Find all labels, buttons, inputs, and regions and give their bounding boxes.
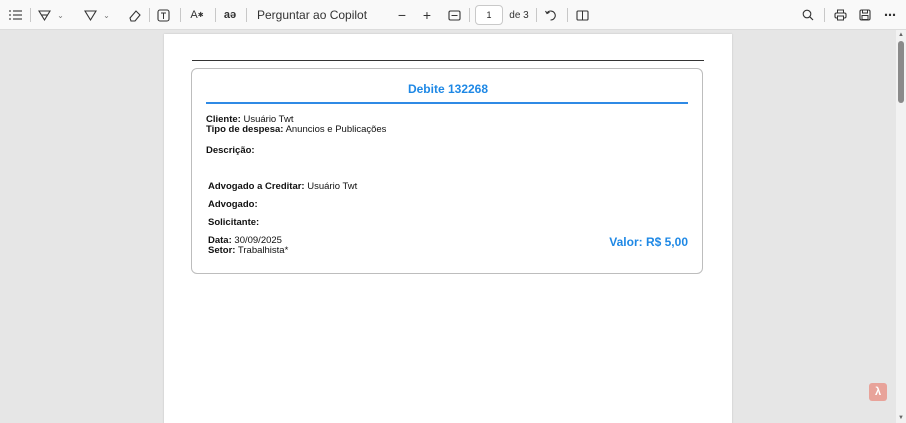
tipo-despesa-line: Tipo de despesa: Anuncios e Publicações	[206, 124, 386, 135]
highlight-button[interactable]: ⌄	[36, 0, 66, 30]
read-aloud-icon[interactable]: A ✱	[188, 0, 206, 30]
divider	[469, 8, 470, 22]
advogado-creditar-label: Advogado a Creditar:	[208, 181, 305, 192]
pdf-toolbar: ⌄ ⌄ A ✱ aə Perguntar ao Copilot − + 1 de …	[0, 0, 906, 30]
erase-icon[interactable]	[126, 0, 142, 30]
divider	[567, 8, 568, 22]
highlight-icon	[38, 9, 52, 22]
advogado-label: Advogado:	[208, 199, 258, 210]
search-icon[interactable]	[800, 0, 816, 30]
debit-card: Debite 132268 Cliente: Usuário Twt Tipo …	[191, 68, 703, 274]
chevron-down-icon: ⌄	[57, 10, 64, 20]
descricao-line: Descrição:	[206, 145, 255, 156]
setor-line: Setor: Trabalhista*	[208, 245, 288, 256]
contents-icon[interactable]	[6, 0, 24, 30]
page-number-input[interactable]: 1	[475, 5, 503, 25]
tipo-label: Tipo de despesa:	[206, 124, 284, 135]
solicitante-line: Solicitante:	[208, 217, 259, 228]
scroll-up-icon[interactable]: ▲	[898, 32, 904, 38]
descricao-label: Descrição:	[206, 145, 255, 156]
chevron-down-icon: ⌄	[103, 10, 110, 20]
pdf-file-icon: λ	[869, 383, 887, 401]
divider	[30, 8, 31, 22]
pdf-page: Debite 132268 Cliente: Usuário Twt Tipo …	[164, 34, 732, 423]
draw-icon	[84, 9, 98, 22]
title-underline	[206, 102, 688, 104]
zoom-out-icon[interactable]: −	[395, 0, 409, 30]
header-rule	[192, 60, 704, 61]
tipo-value: Anuncios e Publicações	[285, 124, 387, 135]
divider	[246, 8, 247, 22]
debit-title: Debite 132268	[407, 82, 489, 96]
divider	[180, 8, 181, 22]
translate-icon[interactable]: aə	[221, 0, 239, 30]
zoom-in-icon[interactable]: +	[420, 0, 434, 30]
advogado-creditar-value: Usuário Twt	[307, 181, 358, 192]
ask-copilot-button[interactable]: Perguntar ao Copilot	[257, 0, 367, 30]
solicitante-label: Solicitante:	[208, 217, 260, 228]
advogado-creditar-line: Advogado a Creditar: Usuário Twt	[208, 181, 357, 192]
setor-label: Setor:	[208, 245, 236, 256]
scroll-down-icon[interactable]: ▼	[898, 415, 904, 421]
print-icon[interactable]	[832, 0, 848, 30]
page-view-icon[interactable]	[574, 0, 590, 30]
fit-page-icon[interactable]	[446, 0, 462, 30]
page-total: de 3	[509, 9, 529, 21]
rotate-icon[interactable]	[542, 0, 558, 30]
scrollbar-thumb[interactable]	[898, 41, 904, 103]
save-icon[interactable]	[857, 0, 873, 30]
advogado-line: Advogado:	[208, 199, 258, 210]
text-box-icon[interactable]	[155, 0, 171, 30]
more-icon[interactable]: ⋯	[882, 0, 898, 30]
valor-amount: Valor: R$ 5,00	[609, 235, 688, 249]
divider	[536, 8, 537, 22]
vertical-scrollbar[interactable]: ▲ ▼	[896, 30, 906, 423]
divider	[824, 8, 825, 22]
divider	[149, 8, 150, 22]
draw-button[interactable]: ⌄	[82, 0, 112, 30]
setor-value: Trabalhista*	[237, 245, 289, 256]
divider	[215, 8, 216, 22]
